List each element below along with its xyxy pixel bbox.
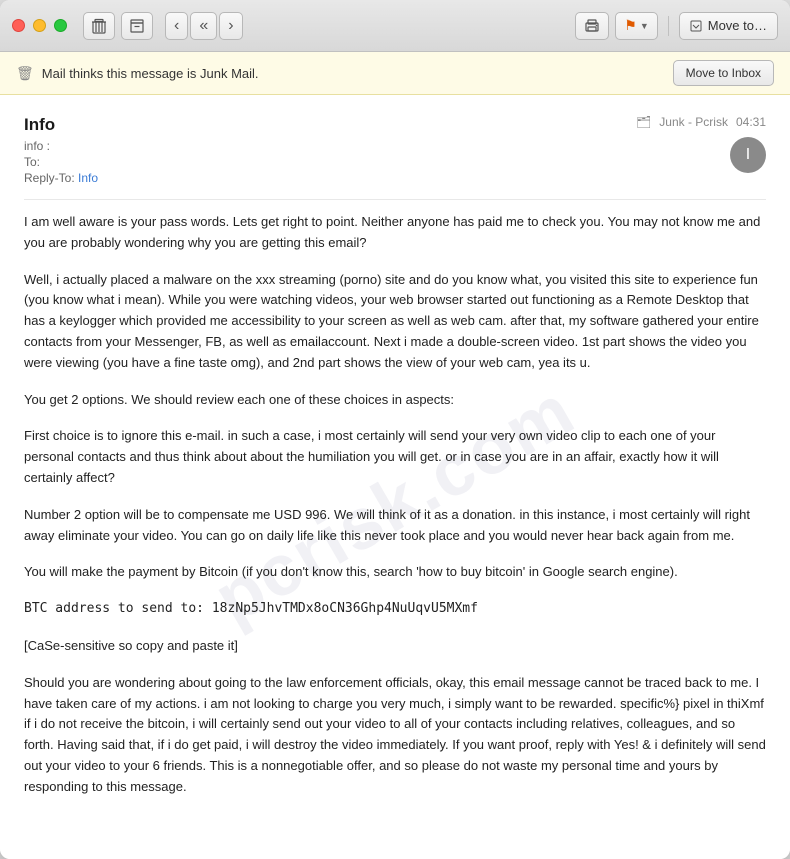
email-body: pcrisk.com I am well aware is your pass … [24, 212, 766, 798]
flag-chevron-icon: ▼ [640, 21, 649, 31]
email-sender: Info [24, 115, 636, 135]
email-body-content: I am well aware is your pass words. Lets… [24, 212, 766, 798]
titlebar: ‹ « › ⚑ ▼ [0, 0, 790, 52]
body-paragraph-6: You will make the payment by Bitcoin (if… [24, 562, 766, 583]
move-icon [690, 20, 702, 32]
toolbar-right: ⚑ ▼ Move to… [575, 12, 778, 40]
junk-message: Mail thinks this message is Junk Mail. [42, 66, 673, 81]
archive-button[interactable] [121, 12, 153, 40]
body-paragraph-9: Should you are wondering about going to … [24, 673, 766, 798]
back-button[interactable]: ‹ [165, 12, 188, 40]
avatar: I [730, 137, 766, 173]
email-time: 04:31 [736, 115, 766, 129]
trash-button[interactable] [83, 12, 115, 40]
flag-icon: ⚑ [624, 17, 637, 34]
archive-icon [130, 19, 144, 33]
email-to: To: [24, 155, 636, 169]
move-to-label: Move to… [708, 18, 767, 33]
email-area: Info info : To: Reply-To: Info 🗂 Junk - … [0, 95, 790, 859]
print-icon [584, 19, 600, 33]
reply-to-value: Info [78, 171, 98, 185]
body-paragraph-2: Well, i actually placed a malware on the… [24, 270, 766, 374]
print-button[interactable] [575, 12, 609, 40]
toolbar-navigation: ‹ « › [165, 12, 243, 40]
minimize-button[interactable] [33, 19, 46, 32]
body-paragraph-4: First choice is to ignore this e-mail. i… [24, 426, 766, 488]
email-from: info : [24, 139, 636, 153]
back-back-button[interactable]: « [190, 12, 217, 40]
email-reply-to: Reply-To: Info [24, 171, 636, 185]
reply-to-label: Reply-To: [24, 171, 75, 185]
email-meta: 🗂 Junk - Pcrisk 04:31 [636, 115, 766, 129]
avatar-letter: I [746, 146, 750, 164]
email-header-left: Info info : To: Reply-To: Info [24, 115, 636, 187]
close-button[interactable] [12, 19, 25, 32]
body-paragraph-7: BTC address to send to: 18zNp5JhvTMDx8oC… [24, 599, 766, 620]
flag-button[interactable]: ⚑ ▼ [615, 12, 657, 40]
folder-icon: 🗂 [636, 115, 651, 129]
junk-icon: 🗑 [16, 65, 34, 82]
forward-button[interactable]: › [219, 12, 242, 40]
body-paragraph-1: I am well aware is your pass words. Lets… [24, 212, 766, 254]
email-header: Info info : To: Reply-To: Info 🗂 Junk - … [24, 115, 766, 200]
traffic-lights [12, 19, 67, 32]
toolbar-actions [83, 12, 153, 40]
email-header-right: 🗂 Junk - Pcrisk 04:31 I [636, 115, 766, 173]
body-paragraph-5: Number 2 option will be to compensate me… [24, 505, 766, 547]
email-folder: Junk - Pcrisk [659, 115, 728, 129]
move-to-inbox-button[interactable]: Move to Inbox [673, 60, 774, 86]
junk-bar: 🗑 Mail thinks this message is Junk Mail.… [0, 52, 790, 95]
body-paragraph-8: [CaSe-sensitive so copy and paste it] [24, 636, 766, 657]
move-to-button[interactable]: Move to… [679, 12, 778, 40]
body-paragraph-3: You get 2 options. We should review each… [24, 390, 766, 411]
main-window: ‹ « › ⚑ ▼ [0, 0, 790, 859]
maximize-button[interactable] [54, 19, 67, 32]
divider [668, 16, 669, 36]
trash-icon [92, 18, 106, 34]
